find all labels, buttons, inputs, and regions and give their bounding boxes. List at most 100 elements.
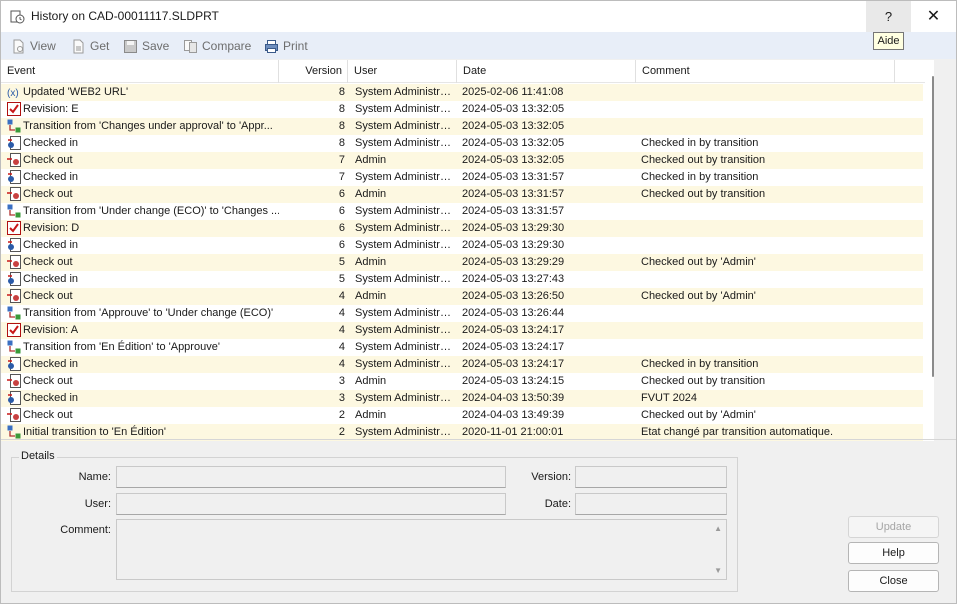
date-cell: 2024-05-03 13:24:15	[462, 375, 565, 387]
help-title-button[interactable]: ?	[866, 1, 911, 32]
version-cell: 8	[338, 86, 345, 98]
table-row[interactable]: Checked in 4 System Administra... 2024-05-0…	[1, 356, 923, 373]
event-cell: Transition from 'Approuve' to 'Under cha…	[23, 307, 274, 319]
column-header-comment[interactable]: Comment	[636, 60, 895, 83]
column-header-user[interactable]: User	[348, 60, 457, 83]
table-row[interactable]: Checked in 7 System Administra... 2024-05-0…	[1, 169, 923, 186]
column-header-event[interactable]: Event	[1, 60, 279, 83]
checkin-icon	[7, 391, 21, 405]
print-button[interactable]: Print	[264, 37, 308, 55]
table-row[interactable]: Checked in 8 System Administra... 2024-05-0…	[1, 135, 923, 152]
table-row[interactable]: Checked in 5 System Administra... 2024-05-0…	[1, 271, 923, 288]
comment-cell	[641, 118, 921, 135]
comment-cell: Checked in by transition	[641, 171, 759, 183]
event-cell: Checked in	[23, 171, 79, 183]
scroll-up-icon[interactable]: ▲	[714, 524, 722, 533]
event-cell: Checked in	[23, 392, 79, 404]
comment-cell	[641, 101, 921, 118]
table-row[interactable]: Revision: E 8 System Administra... 2024-05-…	[1, 101, 923, 118]
close-window-button[interactable]: ✕	[911, 1, 956, 32]
name-field[interactable]	[116, 466, 506, 488]
get-label: Get	[90, 39, 110, 53]
table-row[interactable]: Transition from 'Under change (ECO)' to …	[1, 203, 923, 220]
user-cell: System Administra...	[355, 222, 453, 234]
column-header-date[interactable]: Date	[457, 60, 636, 83]
checkin-icon	[7, 272, 21, 286]
event-cell: Checked in	[23, 273, 79, 285]
compare-label: Compare	[202, 39, 252, 53]
transition-icon	[7, 340, 21, 354]
transition-icon	[7, 119, 21, 133]
table-row[interactable]: Transition from 'En Édition' to 'Approuv…	[1, 339, 923, 356]
comment-cell: Checked in by transition	[641, 358, 759, 370]
scroll-down-icon[interactable]: ▼	[714, 566, 722, 575]
date-cell: 2024-05-03 13:29:29	[462, 256, 565, 268]
comment-cell: FVUT 2024	[641, 392, 698, 404]
version-cell: 8	[338, 103, 345, 115]
table-row[interactable]: Revision: D 6 System Administra... 2024-05-…	[1, 220, 923, 237]
help-button[interactable]: Help	[848, 542, 939, 564]
table-row[interactable]: Transition from 'Changes under approval'…	[1, 118, 923, 135]
event-cell: Checked in	[23, 358, 79, 370]
save-button[interactable]: Save	[123, 37, 169, 55]
table-row[interactable]: Checked in 3 System Administra... 2024-04-0…	[1, 390, 923, 407]
version-cell: 2	[338, 409, 345, 421]
user-cell: Admin	[355, 154, 387, 166]
user-label: User:	[84, 498, 111, 510]
checkout-icon	[7, 255, 21, 269]
date-cell: 2024-04-03 13:50:39	[462, 392, 565, 404]
event-cell: Transition from 'Changes under approval'…	[23, 120, 273, 132]
comment-field[interactable]: ▲ ▼	[116, 519, 727, 580]
event-cell: Checked in	[23, 137, 79, 149]
close-button[interactable]: Close	[848, 570, 939, 592]
version-cell: 3	[338, 375, 345, 387]
revision-icon	[7, 221, 21, 235]
table-row[interactable]: Transition from 'Approuve' to 'Under cha…	[1, 305, 923, 322]
table-row[interactable]: Checked in 6 System Administra... 2024-05-0…	[1, 237, 923, 254]
get-icon	[73, 39, 84, 53]
user-field[interactable]	[116, 493, 506, 515]
checkin-icon	[7, 136, 21, 150]
user-cell: System Administra...	[355, 307, 453, 319]
user-cell: Admin	[355, 188, 387, 200]
table-row[interactable]: (x) Updated 'WEB2 URL' 8 System Administra.…	[1, 84, 923, 101]
date-cell: 2024-05-03 13:32:05	[462, 137, 565, 149]
compare-icon	[184, 39, 197, 53]
view-button[interactable]: View	[11, 37, 56, 55]
event-cell: Check out	[23, 409, 73, 421]
splitter[interactable]	[1, 439, 956, 440]
get-button[interactable]: Get	[71, 37, 109, 55]
version-cell: 5	[338, 256, 345, 268]
user-cell: System Administra...	[355, 86, 453, 98]
grid-rows: (x) Updated 'WEB2 URL' 8 System Administra.…	[1, 84, 933, 441]
date-cell: 2024-05-03 13:24:17	[462, 341, 565, 353]
comment-cell: Checked out by 'Admin'	[641, 409, 756, 421]
variable-icon: (x)	[7, 85, 21, 99]
column-header-version[interactable]: Version	[279, 60, 348, 83]
event-cell: Checked in	[23, 239, 79, 251]
history-grid[interactable]: Event Version User Date Comment (x) Updat…	[1, 60, 933, 441]
comment-cell: Checked out by 'Admin'	[641, 290, 756, 302]
comment-cell: Checked out by 'Admin'	[641, 256, 756, 268]
help-tooltip: Aide	[873, 32, 904, 50]
name-label: Name:	[78, 471, 111, 483]
comment-cell	[641, 339, 921, 356]
date-field[interactable]	[575, 493, 727, 515]
printer-icon	[265, 39, 278, 53]
update-button[interactable]: Update	[848, 516, 939, 538]
table-row[interactable]: Check out 3 Admin 2024-05-03 13:24:15 Checke…	[1, 373, 923, 390]
table-row[interactable]: Revision: A 4 System Administra... 2024-05-…	[1, 322, 923, 339]
table-row[interactable]: Check out 4 Admin 2024-05-03 13:26:50 Checke…	[1, 288, 923, 305]
table-row[interactable]: Check out 2 Admin 2024-04-03 13:49:39 Checke…	[1, 407, 923, 424]
date-cell: 2024-05-03 13:26:50	[462, 290, 565, 302]
history-dialog: History on CAD-00011117.SLDPRT ? ✕ Aide …	[0, 0, 957, 604]
scrollbar-thumb[interactable]	[932, 76, 934, 377]
event-cell: Revision: D	[23, 222, 80, 234]
table-row[interactable]: Check out 7 Admin 2024-05-03 13:32:05 Checke…	[1, 152, 923, 169]
version-field[interactable]	[575, 466, 727, 488]
compare-button[interactable]: Compare	[183, 37, 251, 55]
table-row[interactable]: Check out 5 Admin 2024-05-03 13:29:29 Checke…	[1, 254, 923, 271]
date-cell: 2024-05-03 13:32:05	[462, 103, 565, 115]
user-cell: System Administra...	[355, 205, 453, 217]
table-row[interactable]: Check out 6 Admin 2024-05-03 13:31:57 Checke…	[1, 186, 923, 203]
